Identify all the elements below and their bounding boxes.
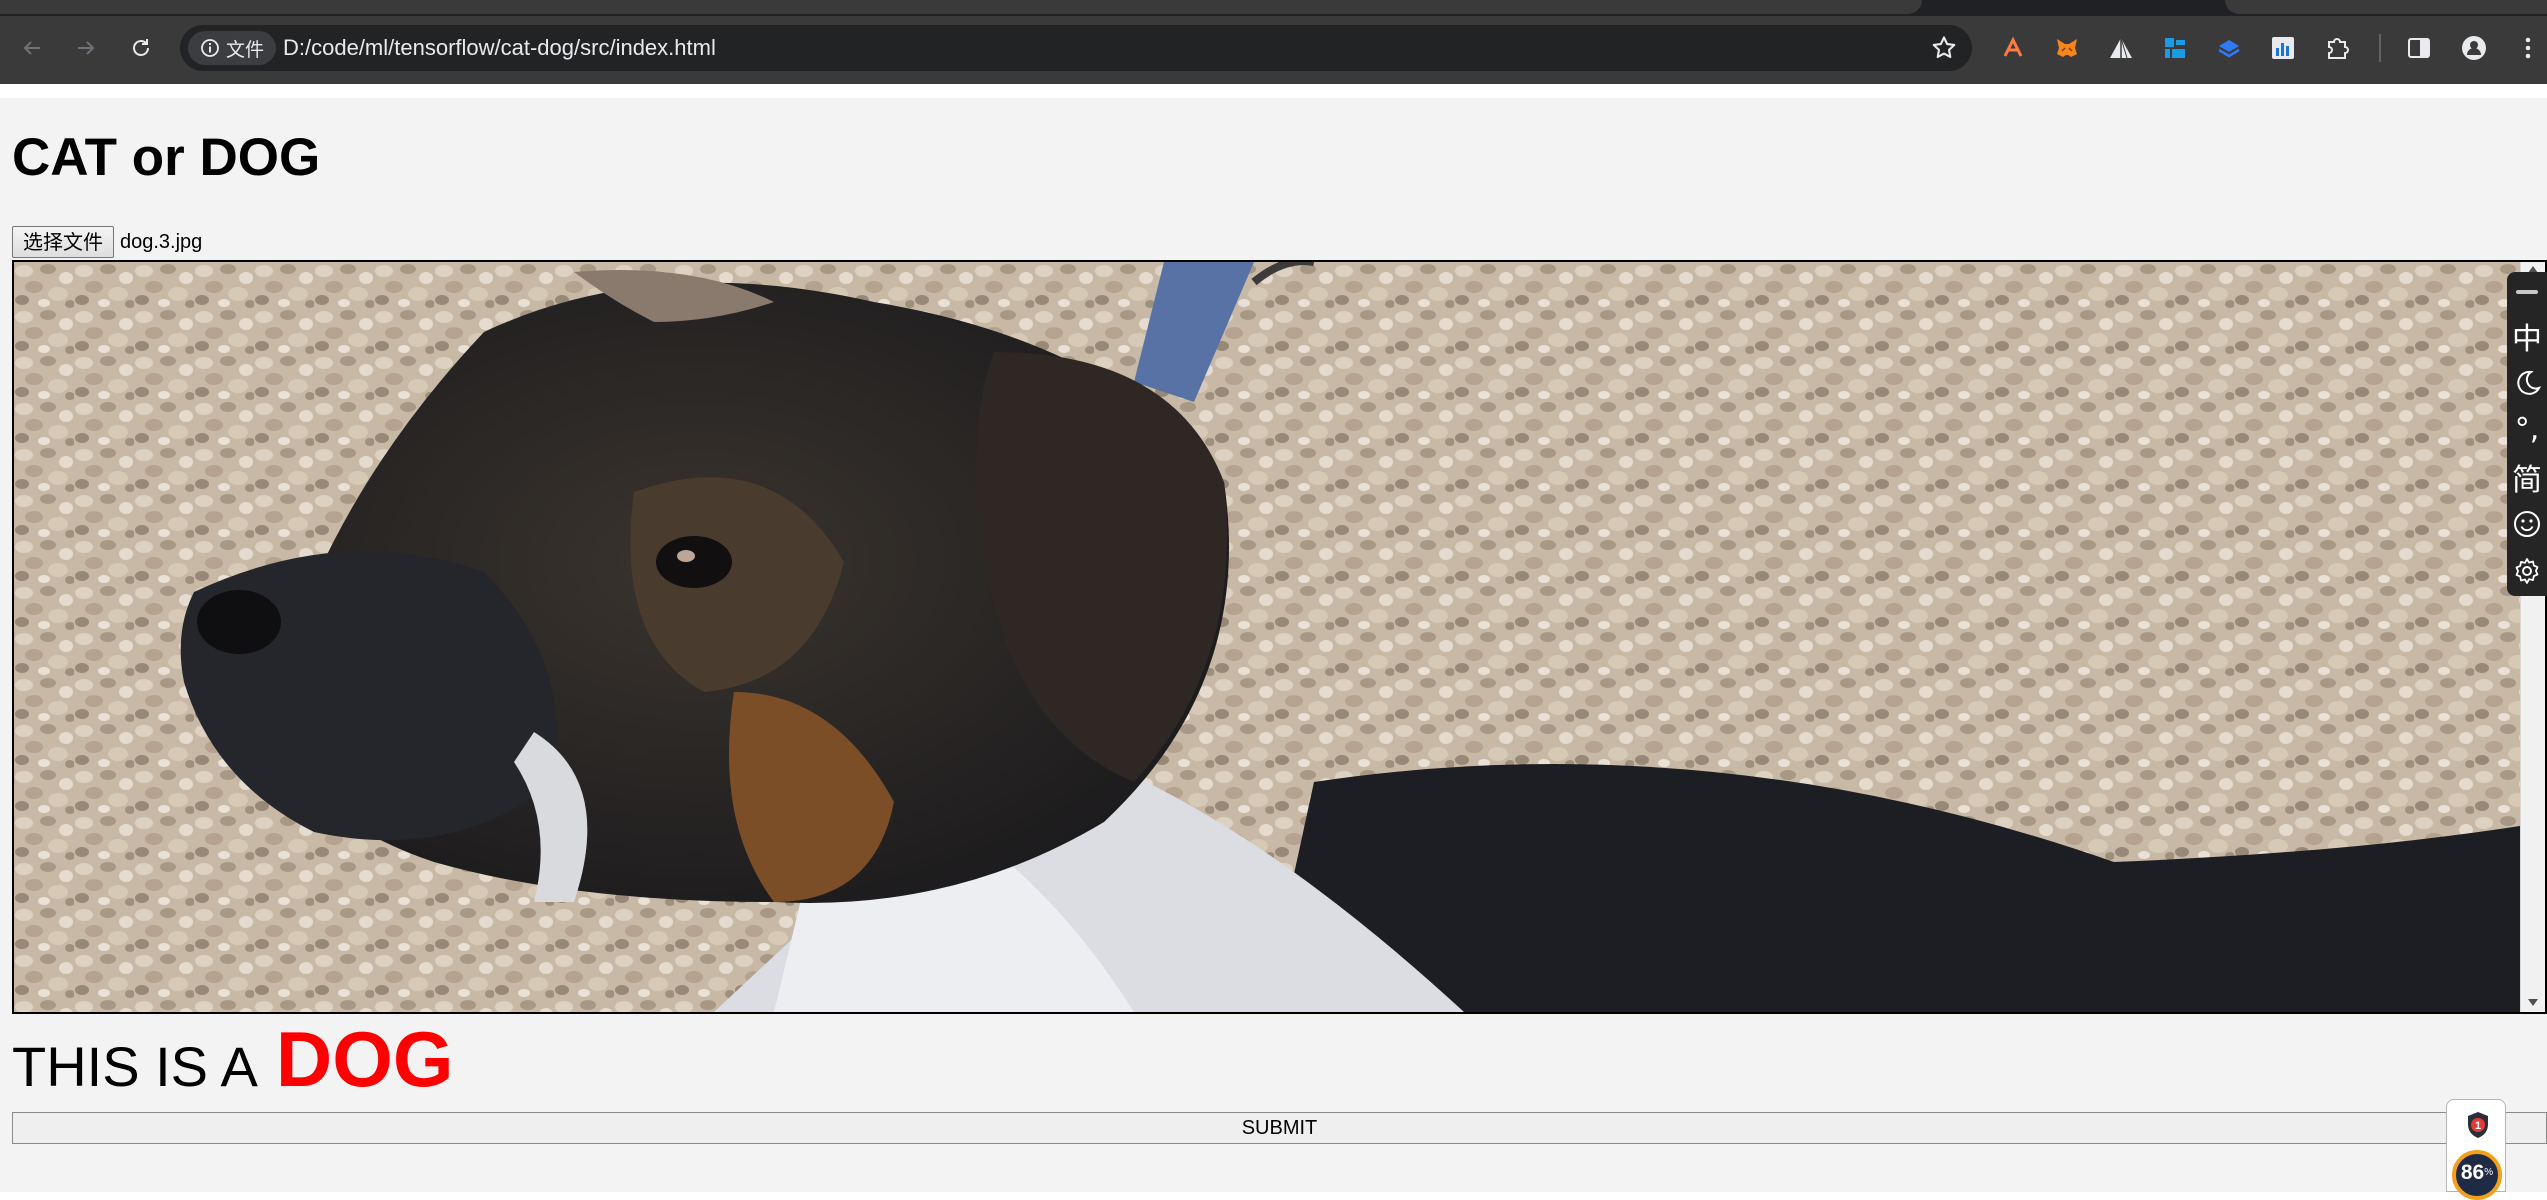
chart-extension-icon[interactable] [2268, 33, 2298, 63]
security-badge-count: 1 [2475, 1120, 2481, 1132]
arrow-right-icon [78, 41, 95, 55]
result-prefix: THIS IS A [12, 1035, 258, 1098]
prediction-result: THIS IS A DOG [12, 1014, 454, 1110]
emoji-icon[interactable] [2507, 500, 2547, 547]
tab-strip-right [2225, 0, 2547, 14]
choose-file-button[interactable]: 选择文件 [12, 226, 114, 258]
performance-percent: 86 [2460, 1161, 2485, 1184]
side-panel-icon[interactable] [2404, 33, 2434, 63]
tab-strip [0, 0, 2547, 16]
performance-gauge: 86% [2452, 1150, 2502, 1200]
site-info-chip[interactable]: 文件 [188, 31, 277, 65]
active-tab[interactable] [0, 0, 1922, 14]
browser-toolbar: 文件 D:/code/ml/tensorflow/cat-dog/src/ind… [0, 0, 2547, 84]
file-input[interactable]: 选择文件 dog.3.jpg [12, 226, 202, 258]
puzzle-extensions-icon[interactable] [2322, 33, 2352, 63]
page-title: CAT or DOG [12, 128, 321, 187]
triangle-extension-icon[interactable] [2106, 33, 2136, 63]
security-widget[interactable]: 1 86% [2446, 1099, 2506, 1200]
toolbar-divider [2379, 34, 2381, 62]
more-menu-icon[interactable] [2513, 33, 2543, 63]
grid-extension-icon[interactable] [2160, 33, 2190, 63]
profile-avatar-icon[interactable] [2459, 33, 2489, 63]
ime-chinese-mode[interactable]: 中 [2507, 312, 2547, 359]
address-bar[interactable]: 文件 D:/code/ml/tensorflow/cat-dog/src/ind… [180, 25, 1972, 71]
forward-button[interactable] [68, 30, 104, 66]
image-preview [12, 260, 2547, 1014]
back-button[interactable] [14, 30, 50, 66]
info-icon [201, 39, 219, 57]
page-viewport: CAT or DOG 选择文件 dog.3.jpg THIS IS A DOG … [0, 84, 2547, 1192]
gear-icon[interactable] [2507, 547, 2547, 594]
result-class-label: DOG [275, 1015, 454, 1103]
dog-photo [14, 262, 2545, 1012]
reload-icon [133, 39, 149, 56]
selected-file-name: dog.3.jpg [120, 230, 203, 253]
submit-button[interactable]: SUBMIT [12, 1112, 2547, 1144]
site-info-label: 文件 [226, 39, 265, 61]
metamask-fox-icon[interactable] [2052, 33, 2082, 63]
shield-icon: 1 [2468, 1112, 2488, 1138]
bookmark-star-icon[interactable] [1930, 34, 1958, 62]
url-text[interactable]: D:/code/ml/tensorflow/cat-dog/src/index.… [283, 35, 716, 61]
ime-simplified-mode[interactable]: 简 [2507, 453, 2547, 500]
arrow-left-icon [23, 41, 40, 55]
reload-button[interactable] [123, 30, 159, 66]
moon-icon[interactable] [2507, 359, 2547, 406]
ime-toolbar[interactable]: 中 °, 简 [2507, 272, 2547, 596]
scroll-down-arrow-icon[interactable] [2528, 999, 2538, 1006]
layers-extension-icon[interactable] [2214, 33, 2244, 63]
spark-extension-icon[interactable] [1998, 33, 2028, 63]
ime-punctuation-mode[interactable]: °, [2507, 406, 2547, 453]
percent-sign: % [2484, 1167, 2494, 1178]
ime-drag-handle[interactable] [2516, 290, 2538, 294]
